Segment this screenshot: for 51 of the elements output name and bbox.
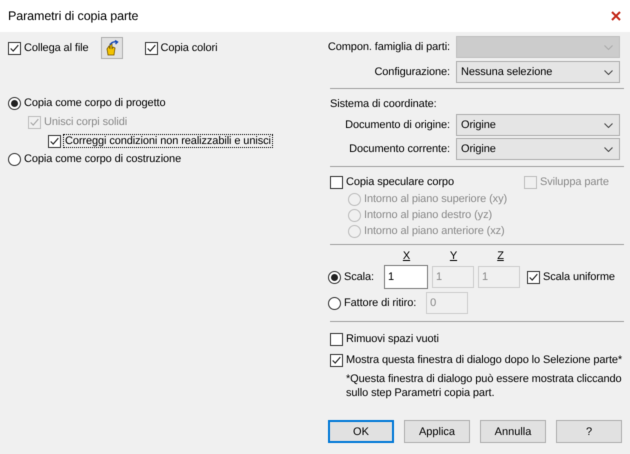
- dropdown[interactable]: Origine: [456, 138, 620, 160]
- checkbox-label: Unisci corpi solidi: [44, 116, 128, 128]
- checkbox[interactable]: [330, 332, 343, 346]
- chevron-down-icon: [604, 44, 613, 50]
- radio-label: Scala:: [344, 271, 374, 283]
- checkbox-label: Rimuovi spazi vuoti: [346, 333, 439, 345]
- dialog-button[interactable]: Annulla: [480, 420, 546, 443]
- radio-button[interactable]: [328, 296, 341, 310]
- dialog-button[interactable]: OK: [328, 420, 394, 443]
- field-label: Compon. famiglia di parti:: [326, 41, 450, 53]
- dialog-button[interactable]: ?: [556, 420, 622, 443]
- checkbox-label: Sviluppa parte: [540, 176, 609, 188]
- note-text: *Questa finestra di dialogo può essere mostrata cliccando sullo step Parametri copia part.: [345, 372, 623, 400]
- checkbox-label: Copia speculare corpo: [346, 176, 454, 188]
- checkbox-label: Collega al file: [24, 42, 89, 54]
- radio-label: Intorno al piano destro (yz): [364, 209, 492, 221]
- checkbox-label: Correggi condizioni non realizzabili e unisci: [64, 135, 272, 147]
- chevron-down-icon: [604, 70, 613, 74]
- radio-button[interactable]: [8, 152, 21, 166]
- checkbox[interactable]: [8, 42, 21, 54]
- radio-label: Intorno al piano superiore (xy): [364, 193, 508, 205]
- checkbox[interactable]: [330, 176, 343, 188]
- link-button[interactable]: [100, 37, 123, 59]
- radio-label: Intorno al piano anteriore (xz): [364, 225, 505, 237]
- checkbox-label: Scala uniforme: [542, 271, 615, 283]
- field-label: Documento corrente:: [348, 143, 450, 155]
- hand-arrow-icon: [104, 40, 120, 56]
- number-field[interactable]: 1: [384, 265, 428, 289]
- radio-label: Fattore di ritiro:: [344, 297, 416, 309]
- axis-label: X: [402, 250, 412, 264]
- axis-label: Y: [448, 250, 458, 264]
- dropdown[interactable]: Nessuna selezione: [456, 61, 620, 83]
- field-label: Documento di origine:: [344, 119, 450, 131]
- radio-button[interactable]: [328, 270, 341, 284]
- chevron-down-icon: [604, 122, 613, 128]
- radio-label: Copia come corpo di progetto: [24, 97, 166, 109]
- radio-label: Copia come corpo di costruzione: [24, 153, 182, 165]
- section-heading: Sistema di coordinate:: [330, 97, 438, 112]
- checkbox-label: Mostra questa finestra di dialogo dopo lo Selezione parte*: [346, 354, 622, 366]
- field-label: Configurazione:: [373, 66, 450, 78]
- dropdown[interactable]: Origine: [456, 114, 620, 136]
- radio-button[interactable]: [8, 96, 21, 110]
- checkbox-label: Copia colori: [160, 42, 218, 54]
- close-icon: [611, 11, 621, 21]
- dialog-button[interactable]: Applica: [404, 420, 470, 443]
- chevron-down-icon: [604, 146, 613, 152]
- checkbox[interactable]: [526, 270, 540, 284]
- axis-label: Z: [496, 250, 505, 264]
- checkbox[interactable]: [144, 42, 158, 54]
- window-title: Parametri di copia parte: [8, 9, 138, 23]
- checkbox[interactable]: [330, 354, 343, 366]
